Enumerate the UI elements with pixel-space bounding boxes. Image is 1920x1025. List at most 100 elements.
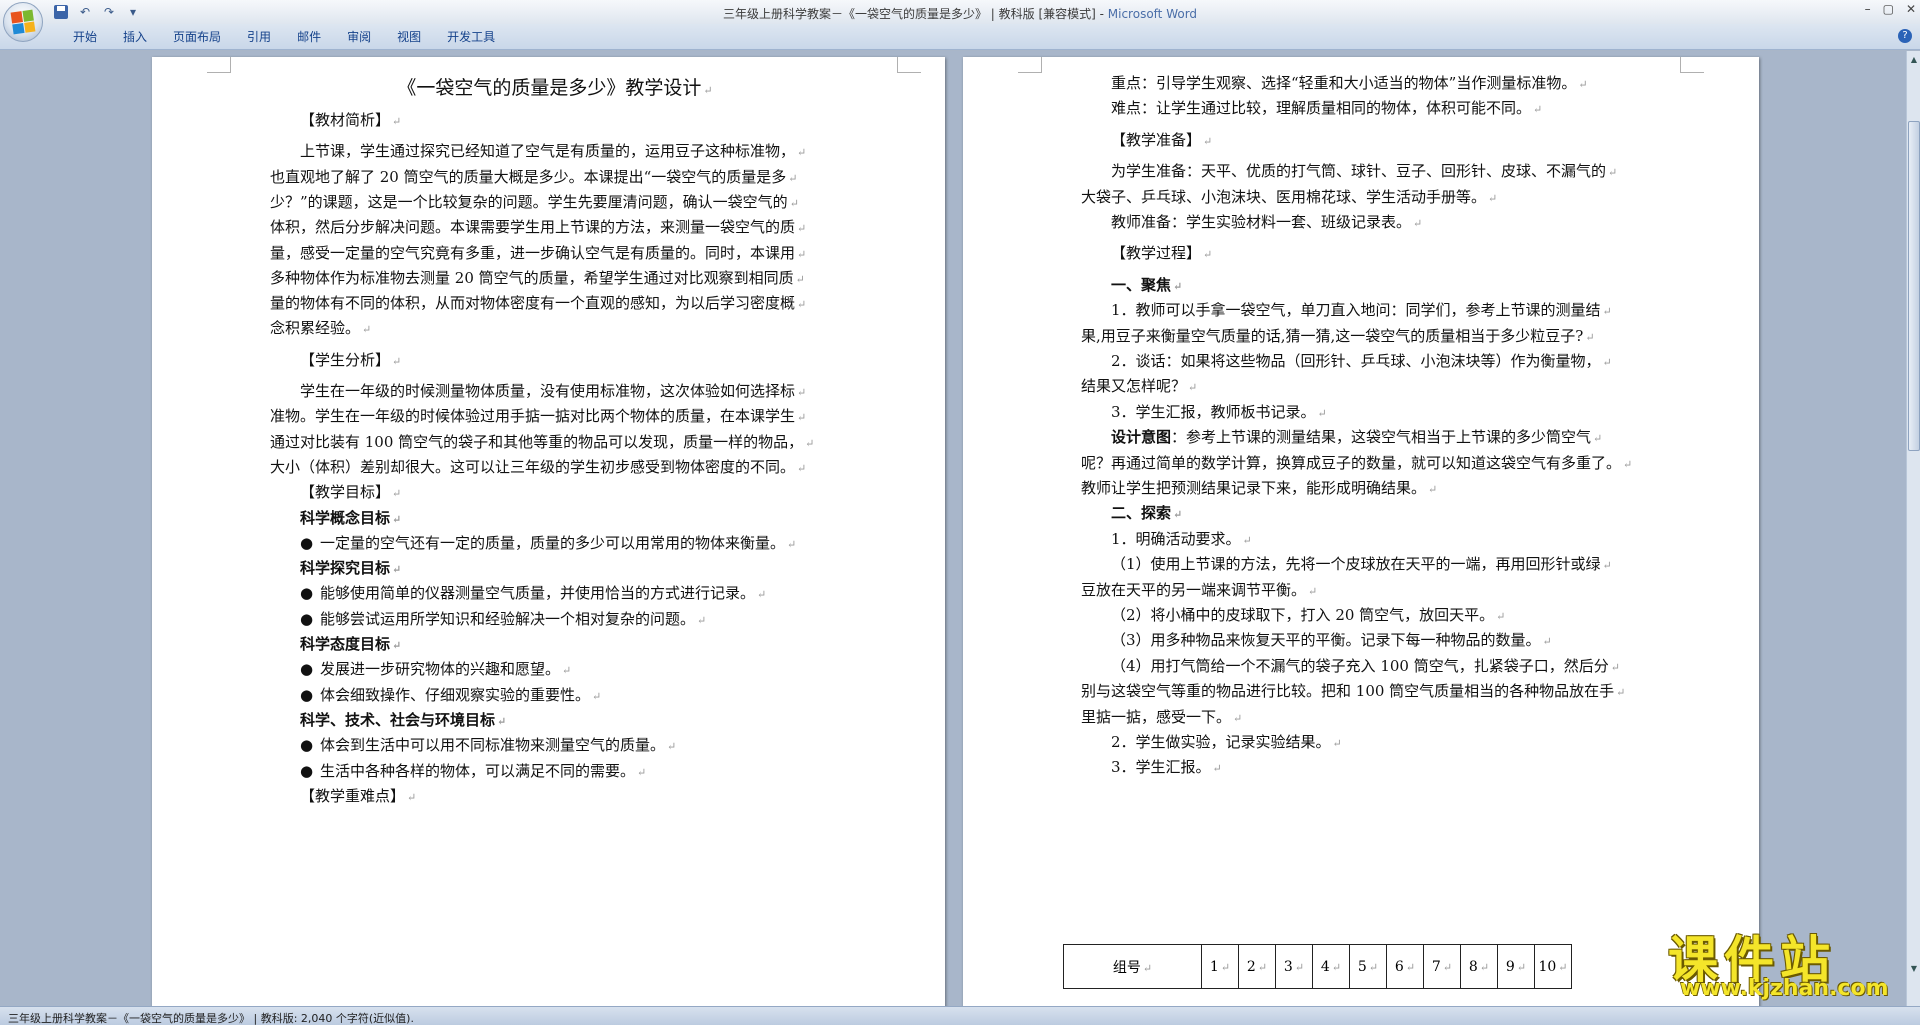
table-cell[interactable]: 9 ↵ <box>1497 944 1535 989</box>
bullet-icon: ● <box>300 660 314 679</box>
scroll-down-icon[interactable]: ▼ <box>1908 962 1920 976</box>
bullet-icon: ● <box>300 685 314 704</box>
paragraph-mark: ↵ <box>1602 559 1612 573</box>
line-text: 体会到生活中可以用不同标准物来测量空气的质量。 <box>320 736 666 755</box>
table-cell[interactable]: 3 ↵ <box>1275 944 1313 989</box>
cell-mark: ↵ <box>1294 960 1305 974</box>
line-text: 【学生分析】 <box>300 350 391 369</box>
ribbon: 开始 插入 页面布局 引用 邮件 审阅 视图 开发工具 ? <box>0 24 1920 50</box>
paragraph-mark: ↵ <box>362 323 372 337</box>
paragraph-mark: ↵ <box>797 146 807 160</box>
ribbon-tab[interactable]: 视图 <box>384 29 434 45</box>
vertical-scrollbar[interactable]: ▲ ▼ <box>1906 51 1920 1006</box>
paragraph-line: 豆放在天平的另一端来调节平衡。 ↵ <box>1081 579 1317 600</box>
paragraph-line: 【学生分析】 ↵ <box>300 349 401 370</box>
line-text: 二、探索 <box>1111 504 1172 523</box>
ribbon-tab[interactable]: 插入 <box>110 29 160 45</box>
title-document-name: 三年级上册科学教案－《一袋空气的质量是多少》 | 教科版 [兼容模式] - <box>722 7 1108 21</box>
table-cell[interactable]: 6 ↵ <box>1386 944 1424 989</box>
line-text: 体会细致操作、仔细观察实验的重要性。 <box>320 685 591 704</box>
line-text: 豆放在天平的另一端来调节平衡。 <box>1081 580 1307 599</box>
section-subheading: 科学概念目标 ↵ <box>300 507 401 528</box>
ribbon-tab[interactable]: 页面布局 <box>160 29 234 45</box>
bullet-list-item: ● 发展进一步研究物体的兴趣和愿望。 ↵ <box>300 658 571 679</box>
table-header-text: 组号 <box>1112 959 1141 976</box>
kjzhan-watermark-logo: 课件站 www.kjzhan.com <box>1668 920 1908 1002</box>
paragraph-mark: ↵ <box>1203 248 1213 262</box>
section-subheading: 科学、技术、社会与环境目标 ↵ <box>300 709 506 730</box>
table-cell[interactable]: 7 ↵ <box>1423 944 1461 989</box>
paragraph-line: 里掂一掂，感受一下。 ↵ <box>1081 706 1242 727</box>
paragraph-line: 多种物体作为标准物去测量 20 筒空气的质量，希望学生通过对比观察到相同质 ↵ <box>270 267 805 288</box>
section-subheading: 二、探索 ↵ <box>1111 502 1182 523</box>
paragraph-mark: ↵ <box>1188 381 1198 395</box>
paragraph-line: 体积，然后分步解决问题。本课需要学生用上节课的方法，来测量一袋空气的质 ↵ <box>270 216 806 237</box>
table-cell[interactable]: 10 ↵ <box>1534 944 1572 989</box>
line-text: 大小（体积）差别却很大。这可以让三年级的学生初步感受到物体密度的不同。 <box>270 457 796 476</box>
bullet-icon: ● <box>300 736 314 755</box>
right-page-content: 重点：引导学生观察、选择“轻重和大小适当的物体”当作测量标准物。 ↵ 难点：让学生通… <box>1081 57 1661 1006</box>
ribbon-tab[interactable]: 开发工具 <box>434 29 508 45</box>
watermark-url-text: www.kjzhan.com <box>1680 976 1889 1001</box>
ribbon-tab[interactable]: 审阅 <box>334 29 384 45</box>
cell-mark: ↵ <box>1142 961 1153 975</box>
ribbon-tab[interactable]: 邮件 <box>284 29 334 45</box>
crop-mark-top-right <box>1680 57 1704 73</box>
office-button[interactable] <box>3 2 43 42</box>
status-text: 三年级上册科学教案－《一袋空气的质量是多少》 | 教科版: 2,040 个字符(… <box>8 1012 414 1025</box>
table-cell[interactable]: 5 ↵ <box>1349 944 1387 989</box>
paragraph-line: 少？”的课题，这是一个比较复杂的问题。学生先要厘清问题，确认一袋空气的 ↵ <box>270 191 799 212</box>
bullet-icon: ● <box>300 761 314 780</box>
paragraph-line: 3．学生汇报，教师板书记录。 ↵ <box>1111 401 1327 422</box>
bullet-icon: ● <box>300 584 314 603</box>
line-text: 2．谈话：如果将这些物品（回形针、乒乓球、小泡沫块等）作为衡量物， <box>1111 352 1601 370</box>
line-text: 发展进一步研究物体的兴趣和愿望。 <box>320 660 561 679</box>
office-logo-icon <box>10 9 36 35</box>
scrollbar-thumb[interactable] <box>1908 121 1920 451</box>
line-text: 一、聚焦 <box>1111 275 1172 294</box>
table-cell-text: 9 <box>1505 958 1515 975</box>
design-intent-label: 设计意图 <box>1111 428 1172 447</box>
paragraph-mark: ↵ <box>392 639 402 652</box>
paragraph-mark: ↵ <box>787 537 797 551</box>
line-text: 一定量的空气还有一定的质量，质量的多少可以用常用的物体来衡量。 <box>320 533 786 552</box>
bullet-list-item: ● 一定量的空气还有一定的质量，质量的多少可以用常用的物体来衡量。 ↵ <box>300 532 796 553</box>
document-title: 《一袋空气的质量是多少》教学设计 ↵ <box>270 73 840 100</box>
bullet-list-item: ● 能够尝试运用所学知识和经验解决一个相对复杂的问题。 ↵ <box>300 608 706 629</box>
paragraph-mark: ↵ <box>1578 78 1588 91</box>
ribbon-tab[interactable]: 开始 <box>60 29 110 45</box>
line-text: 1．教师可以手拿一袋空气，单刀直入地问：同学们，参考上节课的测量结 <box>1111 301 1601 320</box>
page-left[interactable]: 《一袋空气的质量是多少》教学设计 ↵ 【教材简析】 ↵ 上节课，学生通过探究已经知道了… <box>152 57 945 1006</box>
paragraph-mark: ↵ <box>592 689 602 703</box>
paragraph-line: 2．谈话：如果将这些物品（回形针、乒乓球、小泡沫块等）作为衡量物， ↵ <box>1111 350 1612 371</box>
table-header-cell[interactable]: 组号 ↵ <box>1063 944 1202 989</box>
paragraph-mark: ↵ <box>797 386 807 399</box>
paragraph-line: 念积累经验。 ↵ <box>270 317 371 338</box>
table-cell[interactable]: 4 ↵ <box>1312 944 1350 989</box>
section-subheading: 科学态度目标 ↵ <box>300 633 401 654</box>
paragraph-line: 通过对比装有 100 筒空气的袋子和其他等重的物品可以发现，质量一样的物品， ↵ <box>270 431 814 452</box>
paragraph-mark: ↵ <box>1593 432 1603 446</box>
paragraph-mark: ↵ <box>1602 305 1612 319</box>
ribbon-tab[interactable]: 引用 <box>234 29 284 45</box>
paragraph-line: 结果又怎样呢？ ↵ <box>1081 375 1197 396</box>
page-right[interactable]: 重点：引导学生观察、选择“轻重和大小适当的物体”当作测量标准物。 ↵ 难点：让学生通… <box>963 57 1759 1006</box>
line-text: 【教学过程】 <box>1111 244 1202 263</box>
table-cell[interactable]: 2 ↵ <box>1238 944 1276 989</box>
bullet-list-item: ● 能够使用简单的仪器测量空气质量，并使用恰当的方式进行记录。 ↵ <box>300 582 766 603</box>
minimize-button[interactable]: – <box>1865 2 1871 16</box>
close-button[interactable]: ✕ <box>1906 2 1916 16</box>
paragraph-mark: ↵ <box>697 613 707 627</box>
table-cell[interactable]: 1 ↵ <box>1201 944 1239 989</box>
line-text: 【教学准备】 <box>1111 130 1202 149</box>
scroll-up-icon[interactable]: ▲ <box>1908 53 1920 67</box>
paragraph-line: 大袋子、乒乓球、小泡沫块、医用棉花球、学生活动手册等。 ↵ <box>1081 186 1497 207</box>
paragraph-line: 别与这袋空气等重的物品进行比较。把和 100 筒空气质量相当的各种物品放在手 ↵ <box>1081 680 1625 701</box>
maximize-button[interactable]: ▢ <box>1883 2 1894 16</box>
table-cell[interactable]: 8 ↵ <box>1460 944 1498 989</box>
bullet-list-item: ● 体会到生活中可以用不同标准物来测量空气的质量。 ↵ <box>300 734 676 755</box>
paragraph-mark: ↵ <box>1533 103 1543 117</box>
help-button[interactable]: ? <box>1898 29 1912 43</box>
cell-mark: ↵ <box>1368 960 1379 974</box>
paragraph-mark: ↵ <box>1610 660 1620 674</box>
